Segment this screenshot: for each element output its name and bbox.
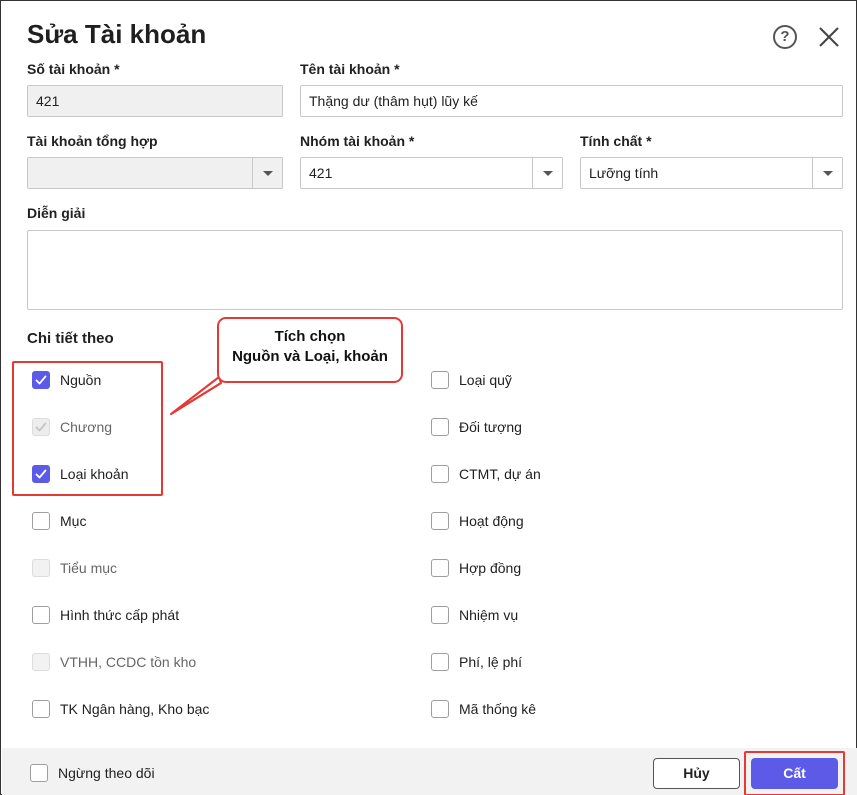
detail-checkbox[interactable] (431, 512, 449, 530)
nature-combo[interactable]: Lưỡng tính (580, 157, 843, 189)
detail-option-label: Hình thức cấp phát (60, 607, 180, 623)
detail-checkbox[interactable] (431, 653, 449, 671)
detail-option-left-5[interactable]: Hình thức cấp phát (32, 605, 282, 625)
save-annotation-highlight (744, 751, 845, 795)
close-icon[interactable] (817, 25, 841, 49)
detail-option-label: Hoạt động (459, 513, 524, 529)
detail-option-right-1[interactable]: Đối tượng (431, 417, 681, 437)
cancel-button[interactable]: Hủy (653, 758, 740, 789)
detail-option-left-4: Tiểu mục (32, 558, 282, 578)
callout-pointer-overlay (170, 376, 222, 415)
detail-option-right-0[interactable]: Loại quỹ (431, 370, 681, 390)
detail-option-label: Tiểu mục (60, 560, 118, 576)
stop-tracking-checkbox-row[interactable]: Ngừng theo dõi (30, 763, 190, 783)
dialog-title: Sửa Tài khoản (27, 19, 207, 49)
description-label: Diễn giải (27, 205, 86, 221)
detail-option-label: CTMT, dự án (459, 466, 541, 482)
chevron-down-icon[interactable] (812, 158, 842, 188)
account-number-label: Số tài khoản * (27, 61, 120, 77)
detail-option-label: Loại quỹ (459, 372, 512, 388)
detail-option-label: Mục (60, 513, 87, 529)
detail-checkbox[interactable] (431, 606, 449, 624)
edit-account-dialog: Sửa Tài khoản ? Số tài khoản * 421 Tên t… (0, 0, 857, 795)
chevron-down-icon[interactable] (252, 158, 282, 188)
nature-label: Tính chất * (580, 133, 652, 149)
detail-option-right-4[interactable]: Hợp đồng (431, 558, 681, 578)
parent-account-label: Tài khoản tổng hợp (27, 133, 158, 149)
annotation-highlight-box (12, 361, 163, 496)
detail-option-right-5[interactable]: Nhiệm vụ (431, 605, 681, 625)
account-group-value: 421 (309, 165, 333, 181)
detail-option-left-7[interactable]: TK Ngân hàng, Kho bạc (32, 699, 282, 719)
account-name-label: Tên tài khoản * (300, 61, 400, 77)
detail-option-label: Mã thống kê (459, 701, 537, 717)
detail-option-right-2[interactable]: CTMT, dự án (431, 464, 681, 484)
callout-line-1: Tích chọn (274, 328, 346, 345)
detail-option-label: Nhiệm vụ (459, 607, 519, 623)
detail-checkbox[interactable] (32, 512, 50, 530)
chevron-down-icon[interactable] (532, 158, 562, 188)
detail-checkbox (32, 559, 50, 577)
detail-checkbox (32, 653, 50, 671)
detail-option-label: TK Ngân hàng, Kho bạc (60, 701, 210, 717)
parent-account-combo[interactable] (27, 157, 283, 189)
detail-option-right-6[interactable]: Phí, lệ phí (431, 652, 681, 672)
detail-option-right-7[interactable]: Mã thống kê (431, 699, 681, 719)
detail-checkbox[interactable] (431, 465, 449, 483)
stop-tracking-label: Ngừng theo dõi (58, 765, 155, 781)
details-section-title: Chi tiết theo (27, 330, 114, 347)
detail-checkbox[interactable] (431, 700, 449, 718)
account-group-combo[interactable]: 421 (300, 157, 563, 189)
detail-option-left-3[interactable]: Mục (32, 511, 282, 531)
detail-option-label: Hợp đồng (459, 560, 522, 576)
nature-value: Lưỡng tính (589, 165, 659, 181)
account-group-label: Nhóm tài khoản * (300, 133, 415, 149)
detail-option-label: Phí, lệ phí (459, 654, 523, 670)
detail-checkbox[interactable] (431, 559, 449, 577)
detail-option-label: VTHH, CCDC tồn kho (60, 654, 197, 670)
detail-option-label: Đối tượng (459, 419, 522, 435)
detail-option-right-3[interactable]: Hoạt động (431, 511, 681, 531)
help-icon[interactable]: ? (773, 25, 797, 49)
account-number-input[interactable]: 421 (27, 85, 283, 117)
detail-checkbox[interactable] (431, 418, 449, 436)
detail-option-left-6: VTHH, CCDC tồn kho (32, 652, 282, 672)
account-name-input[interactable]: Thặng dư (thâm hụt) lũy kế (300, 85, 843, 117)
detail-checkbox[interactable] (431, 371, 449, 389)
detail-checkbox[interactable] (32, 700, 50, 718)
detail-checkbox[interactable] (32, 606, 50, 624)
stop-tracking-checkbox[interactable] (30, 764, 48, 782)
description-textarea[interactable] (27, 230, 843, 310)
